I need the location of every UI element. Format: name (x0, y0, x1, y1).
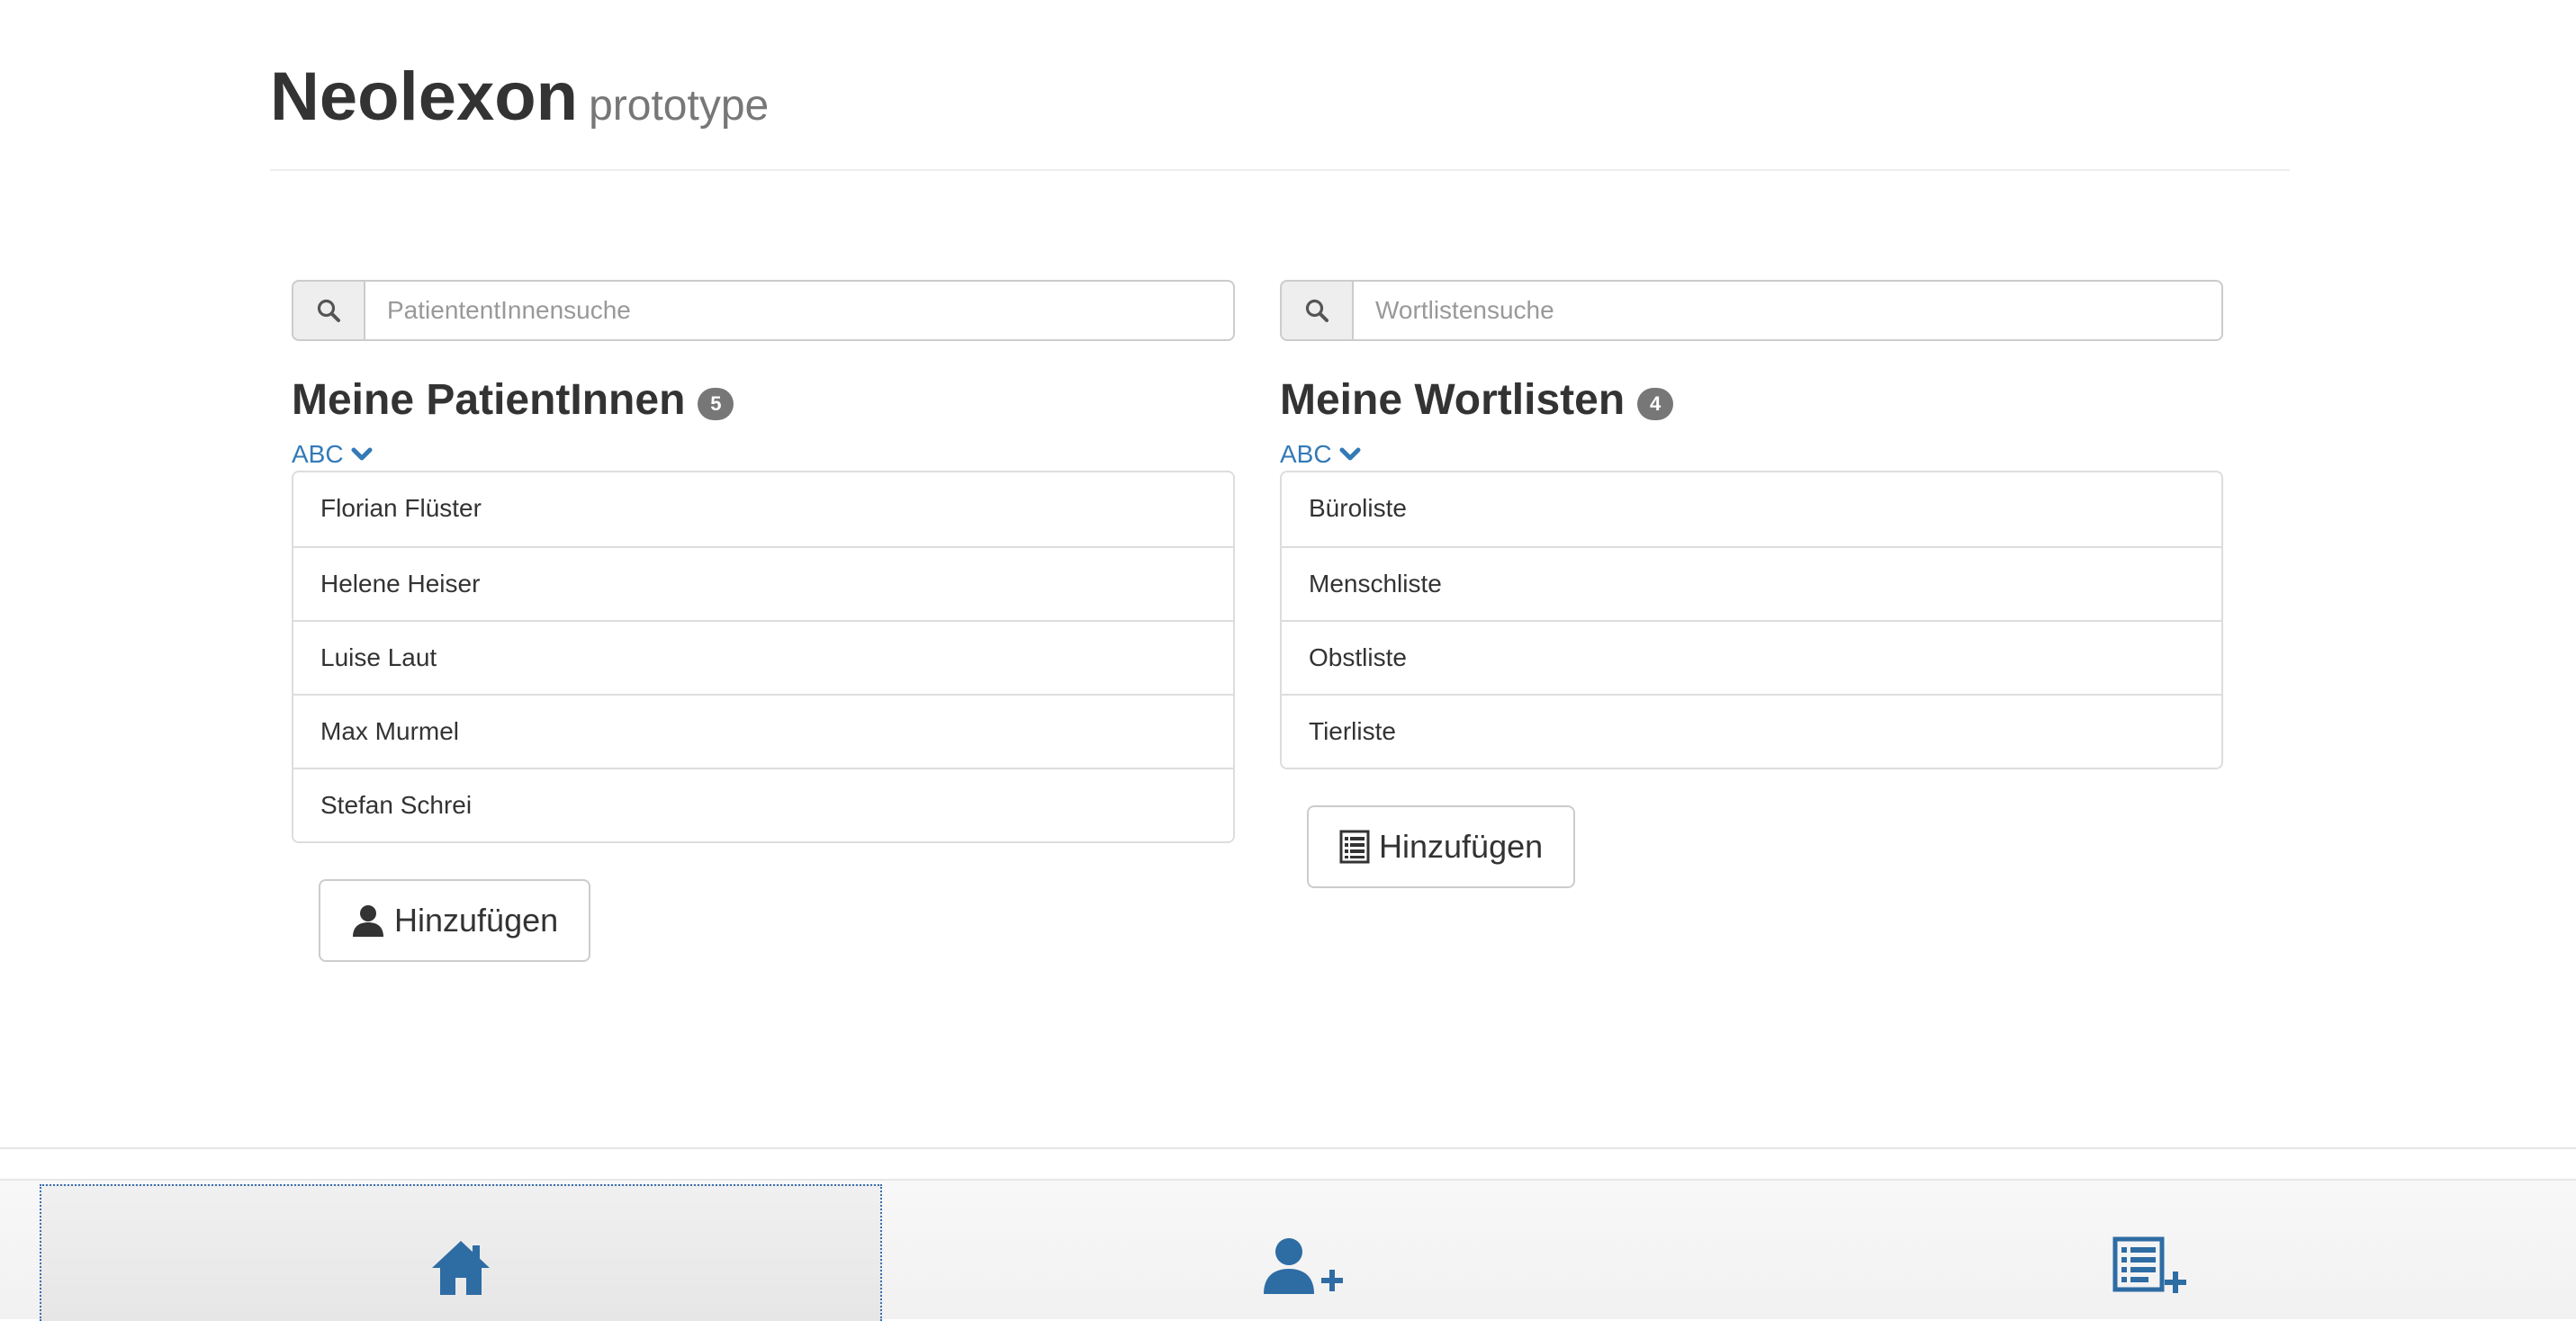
patients-sort-label: ABC (292, 440, 344, 468)
patient-search-input[interactable] (364, 280, 1235, 341)
wordlists-sort-toggle[interactable]: ABC (1280, 438, 1361, 471)
brand-subtitle: prototype (589, 82, 770, 130)
patients-panel: Meine PatientInnen 5 ABC Florian Flüster… (292, 280, 1235, 962)
patient-list-item[interactable]: Max Murmel (293, 694, 1233, 768)
patients-sort-toggle[interactable]: ABC (292, 438, 373, 471)
patients-heading: Meine PatientInnen 5 (292, 373, 1235, 427)
search-icon (292, 280, 364, 341)
add-user-icon (1264, 1238, 1343, 1294)
user-icon (353, 905, 383, 937)
wordlist-list-item[interactable]: Tierliste (1282, 694, 2221, 768)
tab-add-patient[interactable] (882, 1184, 1725, 1321)
list-icon (1339, 830, 1370, 864)
bottom-divider (0, 1147, 2576, 1149)
wordlists-list: Büroliste Menschliste Obstliste Tierlist… (1280, 471, 2223, 769)
wordlist-search-input[interactable] (1352, 280, 2223, 341)
wordlist-search-group (1280, 280, 2223, 341)
patients-count-badge: 5 (698, 388, 734, 420)
add-patient-button[interactable]: Hinzufügen (319, 879, 591, 962)
patient-list-item[interactable]: Florian Flüster (293, 472, 1233, 546)
wordlist-list-item[interactable]: Menschliste (1282, 546, 2221, 620)
patient-list-item[interactable]: Luise Laut (293, 620, 1233, 694)
patients-list: Florian Flüster Helene Heiser Luise Laut… (292, 471, 1235, 843)
add-wordlist-button[interactable]: Hinzufügen (1307, 805, 1576, 888)
wordlist-list-item[interactable]: Büroliste (1282, 472, 2221, 546)
add-wordlist-label: Hinzufügen (1379, 828, 1544, 865)
wordlists-sort-label: ABC (1280, 440, 1332, 468)
patient-list-item[interactable]: Helene Heiser (293, 546, 1233, 620)
wordlists-count-badge: 4 (1637, 388, 1674, 420)
tab-home[interactable] (40, 1184, 882, 1321)
wordlist-list-item[interactable]: Obstliste (1282, 620, 2221, 694)
page-title: Neolexon prototype (270, 63, 769, 131)
chevron-down-icon (351, 447, 373, 461)
patient-search-group (292, 280, 1235, 341)
add-list-icon (2112, 1236, 2186, 1293)
brand-name: Neolexon (270, 58, 579, 135)
bottom-nav (0, 1179, 2576, 1321)
chevron-down-icon (1339, 447, 1361, 461)
add-patient-label: Hinzufügen (394, 902, 559, 939)
wordlists-title: Meine Wortlisten (1280, 376, 1626, 424)
home-icon (432, 1241, 490, 1295)
patients-title: Meine PatientInnen (292, 376, 686, 424)
patient-list-item[interactable]: Stefan Schrei (293, 768, 1233, 841)
wordlists-panel: Meine Wortlisten 4 ABC Büroliste Menschl… (1280, 280, 2223, 888)
search-icon (1280, 280, 1352, 341)
page-header: Neolexon prototype (270, 54, 2290, 171)
tab-add-list[interactable] (1725, 1184, 2576, 1321)
wordlists-heading: Meine Wortlisten 4 (1280, 373, 2223, 427)
